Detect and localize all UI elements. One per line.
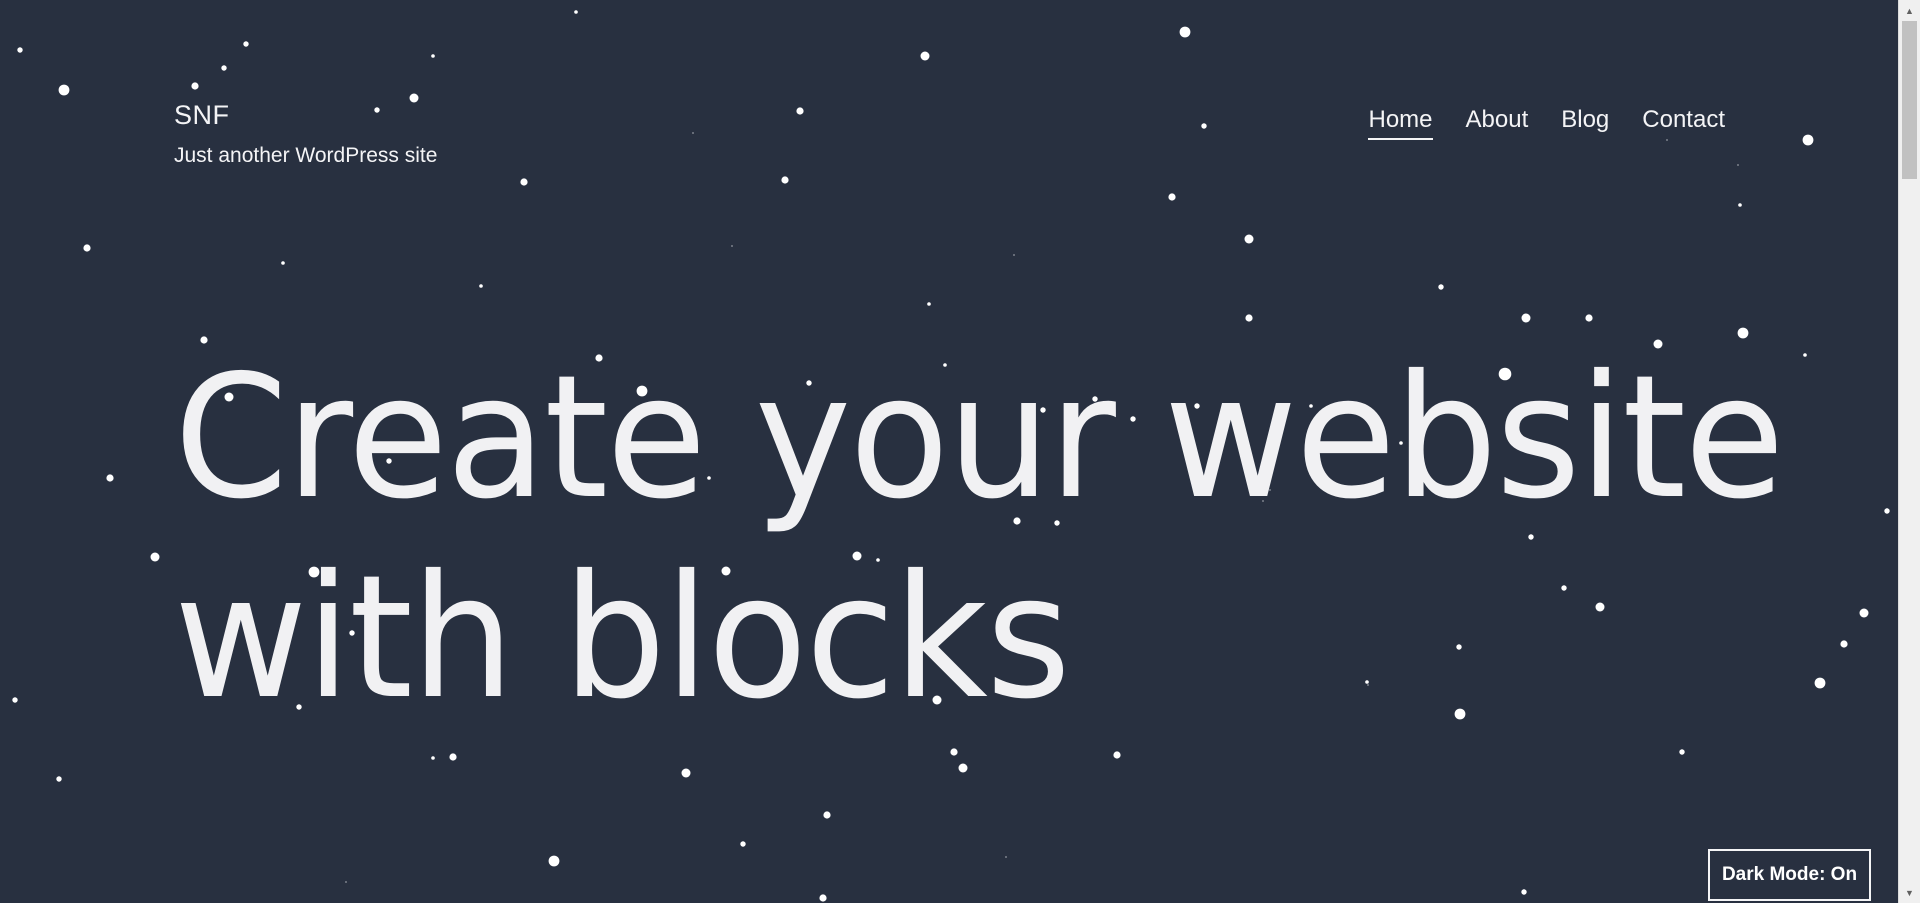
snowflake [1244,234,1254,244]
snowflake [1438,284,1444,290]
snowflake [191,82,199,90]
snowflake [345,881,347,883]
nav-item-home[interactable]: Home [1368,106,1433,140]
snowflake [1013,254,1015,256]
snowflake [150,552,160,562]
snowflake [740,841,746,847]
snowflake [58,84,70,96]
site-tagline: Just another WordPress site [174,144,438,167]
snowflake [1585,314,1593,322]
snowflake [449,753,457,761]
nav-item-about[interactable]: About [1466,106,1529,140]
snowflake [548,855,560,867]
site-title[interactable]: SNF [174,100,230,131]
snowflake [796,107,804,115]
snowflake [823,811,831,819]
snowflake [1679,749,1685,755]
snowflake [1859,608,1869,618]
snowflake [958,763,968,773]
hero-heading: Create your website with blocks [174,338,1785,738]
snowflake [819,894,827,902]
snowflake [479,284,483,288]
snowflake [520,178,528,186]
nav-item-blog[interactable]: Blog [1561,106,1609,140]
snowflake [431,756,435,760]
snowflake [781,176,789,184]
snowflake [681,768,691,778]
snowflake [12,697,18,703]
snowflake [83,244,91,252]
snowflake [281,261,285,265]
snowflake [1884,508,1890,514]
snowflake [731,245,733,247]
hero-heading-line-2: with blocks [174,539,1071,737]
vertical-scrollbar[interactable]: ▲ ▼ [1898,0,1920,903]
snowflake [1005,856,1007,858]
dark-mode-toggle-button[interactable]: Dark Mode: On [1708,849,1871,901]
snowflake [1814,677,1826,689]
snowflake [1113,751,1121,759]
snowflake [1738,203,1742,207]
page: SNF Just another WordPress site Home Abo… [0,0,1899,903]
snowflake [56,776,62,782]
hero-heading-line-1: Create your website [174,339,1785,537]
main-navigation: Home About Blog Contact [1368,106,1725,140]
snowflake [221,65,227,71]
scroll-down-arrow-icon[interactable]: ▼ [1899,884,1920,901]
snowflake [409,93,419,103]
snowflake [950,748,958,756]
snowflake [1737,164,1739,166]
snowflake [374,107,380,113]
snowflake [431,54,435,58]
snowflake [1737,327,1749,339]
snowflake [1168,193,1176,201]
snowflake [1521,889,1527,895]
snowflake [17,47,23,53]
snowflake [1201,123,1207,129]
snowflake [1179,26,1191,38]
snowflake [1245,314,1253,322]
snowflake [106,474,114,482]
snowflake [692,132,694,134]
nav-item-contact[interactable]: Contact [1642,106,1725,140]
scroll-up-arrow-icon[interactable]: ▲ [1899,2,1920,19]
snowflake [1802,134,1814,146]
snowflake [927,302,931,306]
scrollbar-thumb[interactable] [1902,21,1917,179]
snowflake [574,10,578,14]
snowflake [1803,353,1807,357]
snowflake [1840,640,1848,648]
snowflake [243,41,249,47]
snowflake [1521,313,1531,323]
snowflake [920,51,930,61]
